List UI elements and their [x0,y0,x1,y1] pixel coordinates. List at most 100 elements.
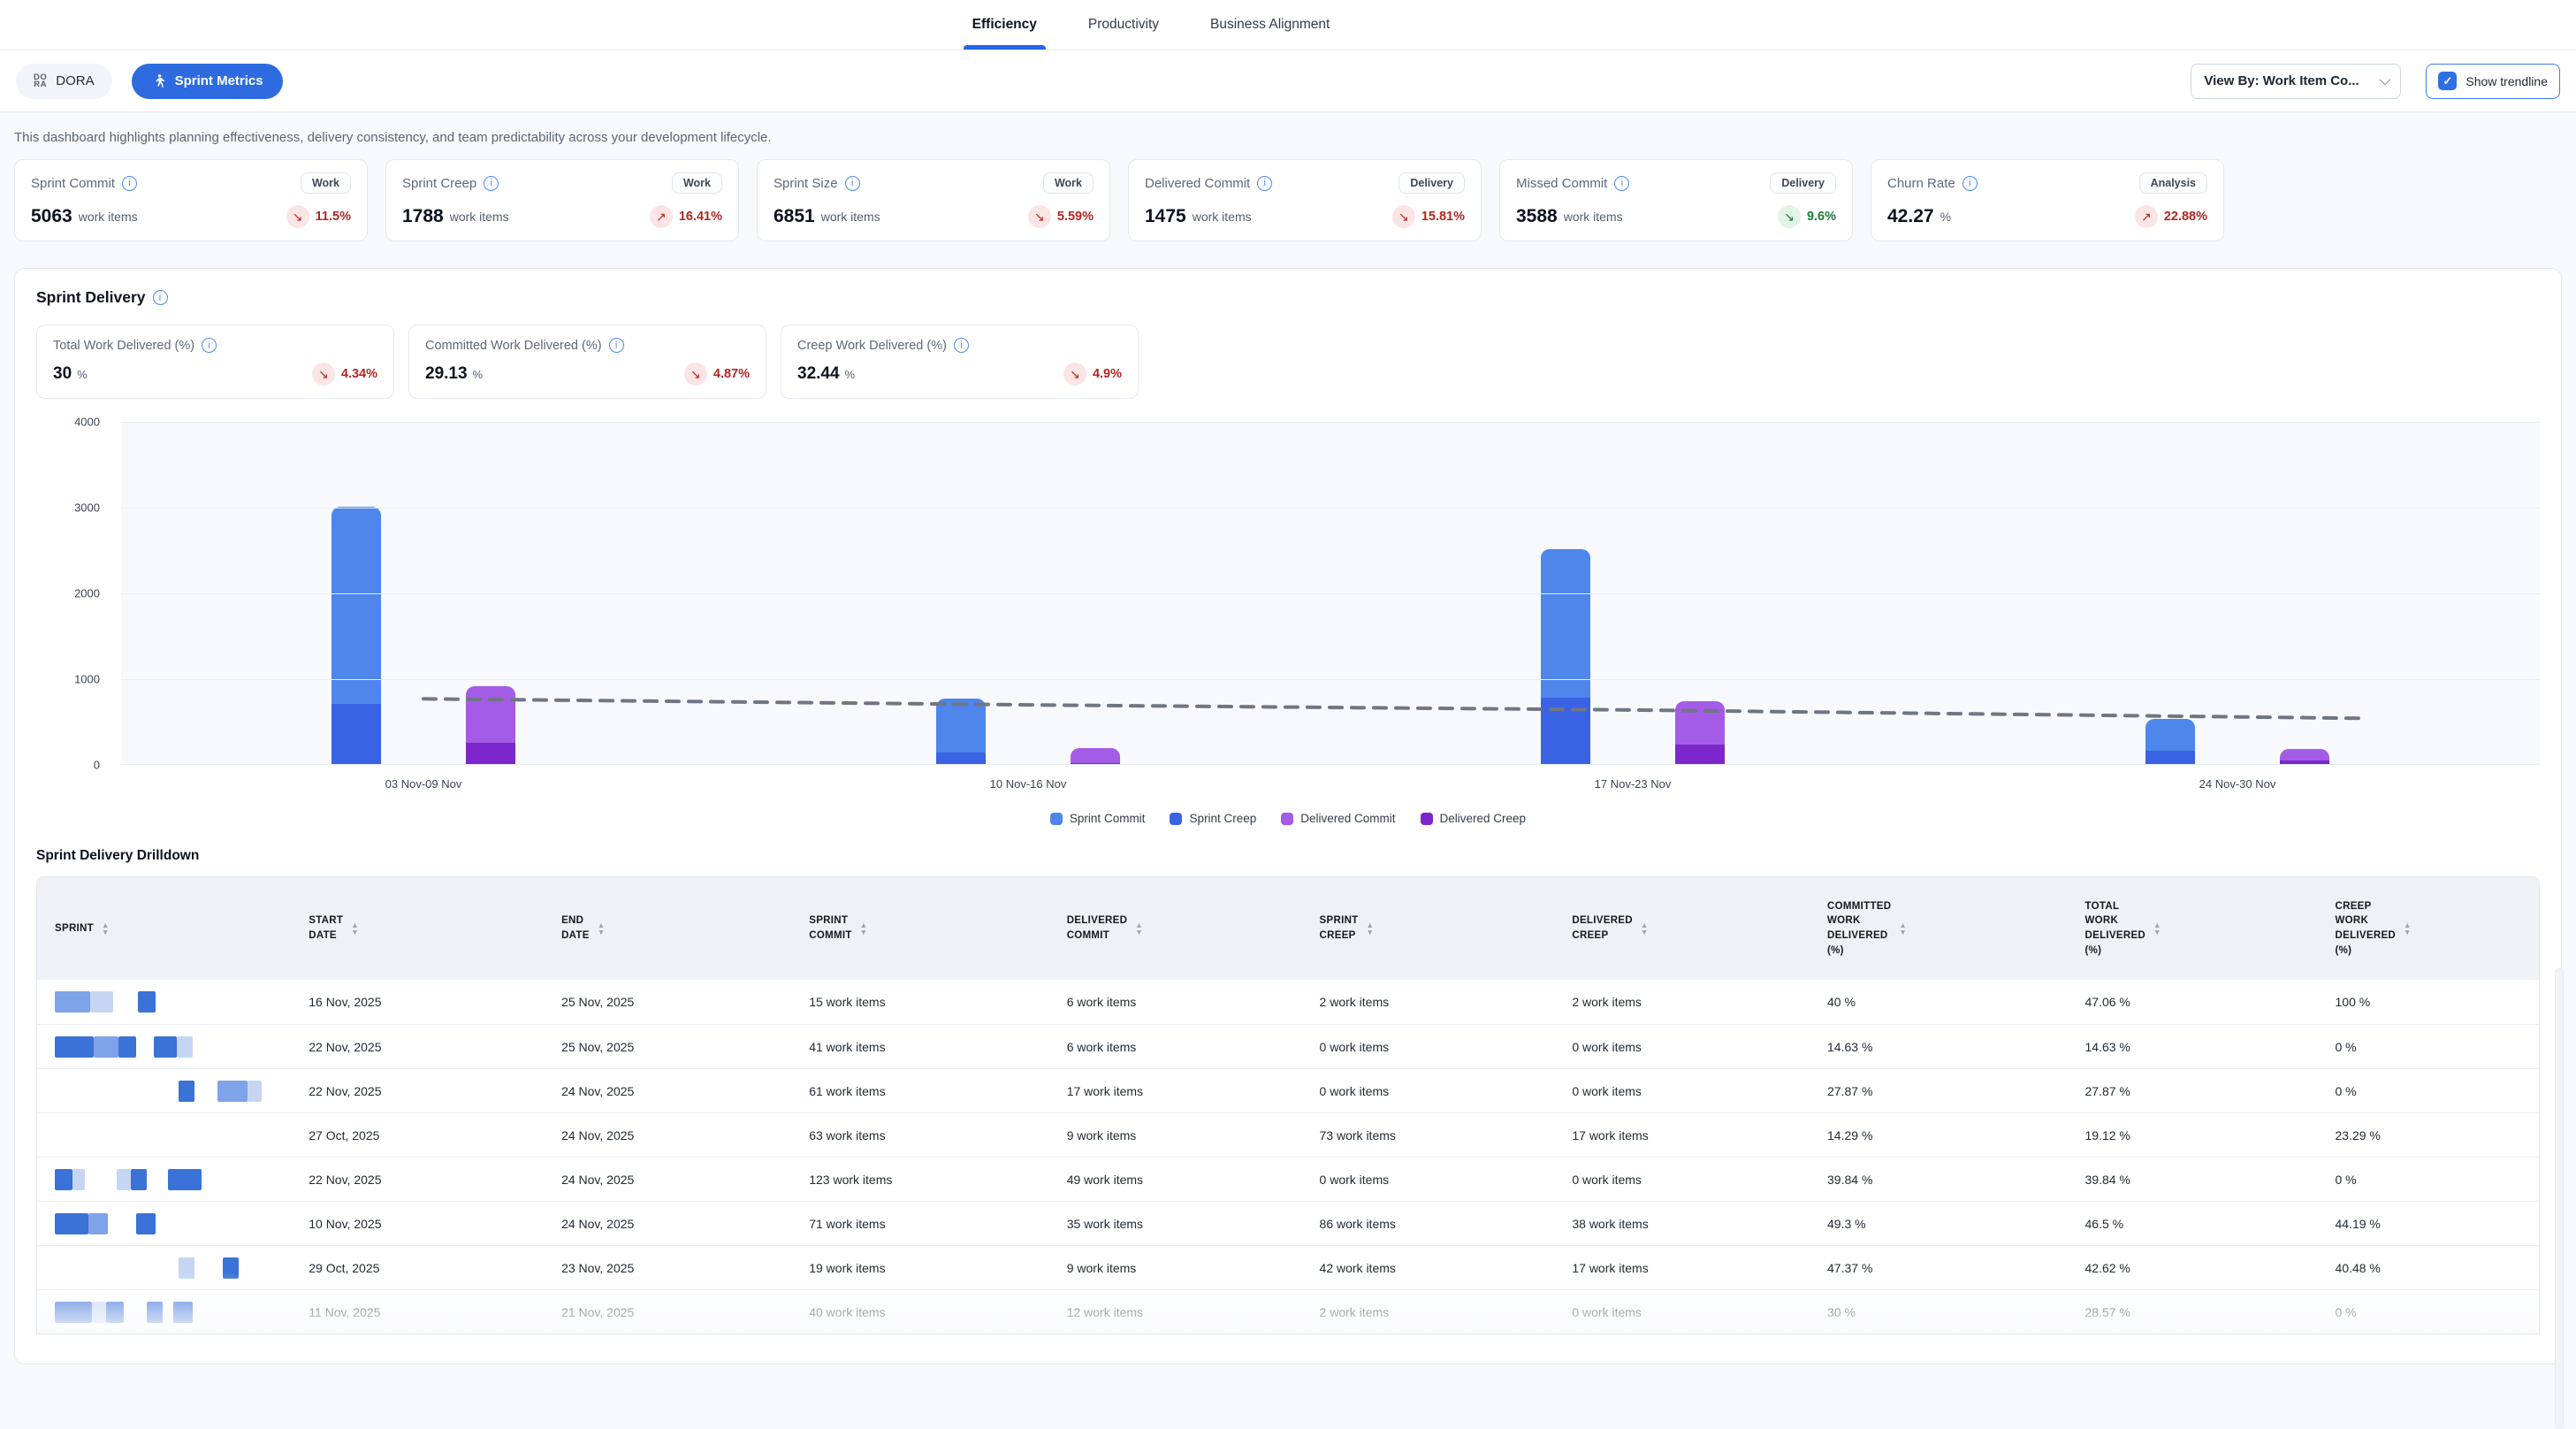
gridline [121,422,2540,423]
table-cell: 29 Oct, 2025 [291,1261,544,1275]
bar-segment-sprint-commit [2145,719,2195,751]
legend-swatch [1170,813,1182,825]
table-cell: 86 work items [1302,1217,1555,1231]
table-cell: 39.84 % [1810,1173,2067,1187]
table-row: 22 Nov, 202524 Nov, 202561 work items17 … [37,1068,2539,1112]
sort-down-icon: ▼ [1641,928,1648,936]
column-header-sprint-creep[interactable]: SPRINT CREEP▲▼ [1302,913,1555,943]
column-header-creep-work-delivered[interactable]: CREEP WORK DELIVERED (%)▲▼ [2318,899,2539,959]
sprint-name-redacted [37,1081,291,1102]
trend-percent: 4.9% [1093,367,1122,381]
tab-business-alignment[interactable]: Business Alignment [1205,0,1335,50]
legend-swatch [1421,813,1433,825]
gridline [121,764,2540,765]
kpi-label: Sprint Size [774,176,838,191]
column-header-delivered-creep[interactable]: DELIVERED CREEP▲▼ [1554,913,1810,943]
column-header-end-date[interactable]: END DATE▲▼ [544,913,791,943]
column-header-delivered-commit[interactable]: DELIVERED COMMIT▲▼ [1049,913,1302,943]
bar-segment-sprint-creep [2145,751,2195,765]
x-axis: 03 Nov-09 Nov10 Nov-16 Nov17 Nov-23 Nov2… [121,777,2540,791]
column-header-total-work-delivered[interactable]: TOTAL WORK DELIVERED (%)▲▼ [2068,899,2318,959]
tab-efficiency[interactable]: Efficiency [967,0,1042,50]
stacked-bar [1675,701,1725,765]
table-cell: 0 work items [1554,1305,1810,1319]
kpi-card-churn-rate: Churn RateiAnalysis42.27%↗22.88% [1871,159,2224,241]
sort-icon: ▲▼ [1135,921,1142,936]
subcard-unit: % [77,368,88,381]
legend-label: Delivered Creep [1440,812,1527,825]
y-tick-label: 2000 [74,587,100,600]
redaction-block [177,1036,193,1058]
arrow-down-right-icon: ↘ [1063,363,1086,386]
page-scrollbar[interactable] [2555,968,2564,1429]
info-icon[interactable]: i [609,338,624,353]
table-cell: 42.62 % [2068,1261,2318,1275]
sprint-name-redacted [37,1036,291,1058]
dora-button[interactable]: DORA DORA [16,64,112,99]
table-cell: 0 work items [1554,1084,1810,1098]
table-row: 27 Oct, 202524 Nov, 202563 work items9 w… [37,1112,2539,1157]
redaction-block [72,1169,85,1190]
dora-label: DORA [56,73,94,88]
info-icon[interactable]: i [845,176,860,191]
redaction-block [55,1036,94,1058]
table-cell: 6 work items [1049,995,1302,1009]
dashboard-description: This dashboard highlights planning effec… [14,130,2562,145]
table-cell: 71 work items [791,1217,1048,1231]
legend-item-delivered-commit[interactable]: Delivered Commit [1281,812,1395,825]
table-cell: 2 work items [1302,995,1555,1009]
info-icon[interactable]: i [122,176,137,191]
redaction-block [168,1169,202,1190]
bar-segment-delivered-commit [1071,748,1120,762]
table-cell: 17 work items [1554,1128,1810,1142]
trend-indicator: ↘ 4.9% [1063,363,1122,386]
info-icon[interactable]: i [954,338,969,353]
legend-item-sprint-commit[interactable]: Sprint Commit [1050,812,1146,825]
table-cell: 35 work items [1049,1217,1302,1231]
tab-productivity[interactable]: Productivity [1083,0,1164,50]
kpi-category-badge: Work [301,172,351,194]
kpi-category-badge: Analysis [2139,172,2207,194]
kpi-value: 6851 [774,206,815,227]
arrow-down-right-icon: ↘ [286,205,309,228]
trend-indicator: ↘11.5% [286,205,351,228]
legend-item-sprint-creep[interactable]: Sprint Creep [1170,812,1256,825]
sort-down-icon: ▼ [351,928,358,936]
table-cell: 0 work items [1554,1040,1810,1054]
view-by-label: View By: Work Item Co... [2204,73,2359,88]
kpi-value: 42.27 [1887,206,1934,227]
bar-segment-sprint-commit [332,507,381,704]
column-header-sprint[interactable]: SPRINT▲▼ [37,921,291,936]
kpi-label: Delivered Commit [1145,176,1250,191]
redaction-block [55,991,90,1013]
stacked-bar [466,686,515,765]
table-cell: 61 work items [791,1084,1048,1098]
info-icon[interactable]: i [1257,176,1272,191]
show-trendline-toggle[interactable]: ✓ Show trendline [2426,64,2560,99]
column-header-start-date[interactable]: START DATE▲▼ [291,913,544,943]
sprint-metrics-button[interactable]: Sprint Metrics [132,64,283,99]
column-header-committed-work-delivered[interactable]: COMMITTED WORK DELIVERED (%)▲▼ [1810,899,2067,959]
arrow-down-right-icon: ↘ [312,363,335,386]
sprint-metrics-label: Sprint Metrics [175,73,263,88]
info-icon[interactable]: i [153,290,168,305]
sort-down-icon: ▼ [1367,928,1374,936]
legend-item-delivered-creep[interactable]: Delivered Creep [1421,812,1527,825]
table-cell: 0 % [2318,1040,2539,1054]
stacked-bar [332,507,381,765]
table-cell: 27.87 % [1810,1084,2067,1098]
info-icon[interactable]: i [1962,176,1978,191]
trendline-checkbox[interactable]: ✓ [2438,72,2457,90]
info-icon[interactable]: i [202,338,217,353]
drilldown-title: Sprint Delivery Drilldown [36,848,2540,864]
info-icon[interactable]: i [1614,176,1629,191]
table-cell: 41 work items [791,1040,1048,1054]
sort-icon: ▲▼ [1641,921,1648,936]
column-header-sprint-commit[interactable]: SPRINT COMMIT▲▼ [791,913,1048,943]
bar-segment-sprint-creep [936,753,986,765]
info-icon[interactable]: i [484,176,499,191]
view-by-dropdown[interactable]: View By: Work Item Co... [2191,64,2401,99]
table-cell: 100 % [2318,995,2539,1009]
table-cell: 14.63 % [2068,1040,2318,1054]
bar-segment-delivered-commit [466,686,515,743]
